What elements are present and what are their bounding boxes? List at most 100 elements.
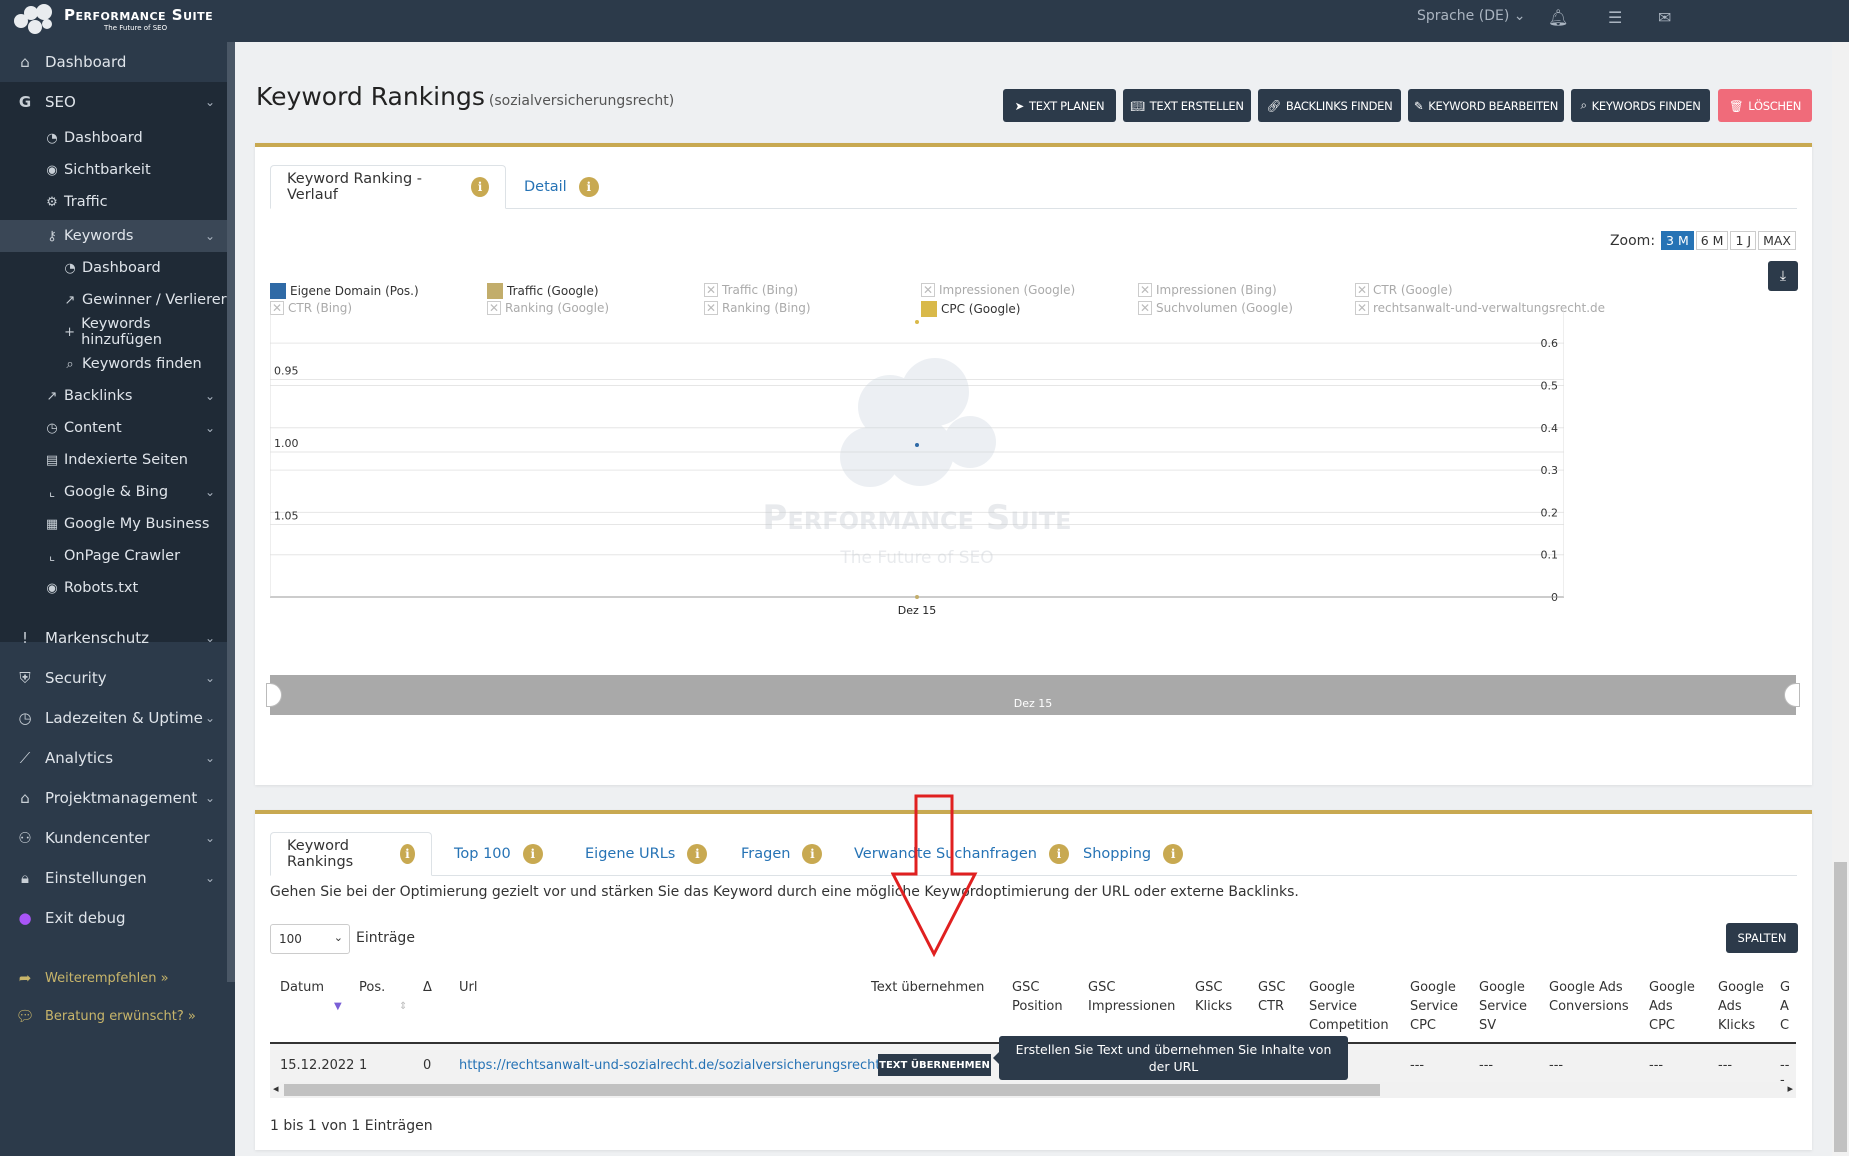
col-google-service-competition[interactable]: Google Service Competition [1309,978,1389,1035]
legend-item[interactable]: ✕ Impressionen (Bing) [1138,283,1277,297]
chart-navigator[interactable]: Dez 15 [266,675,1800,715]
zoom-max-button[interactable]: MAX [1758,231,1796,250]
info-icon[interactable]: i [522,844,543,864]
sidebar-item-onpage-crawler[interactable]: ⌞ OnPage Crawler [0,540,227,572]
info-icon[interactable]: i [578,177,599,197]
col-text-uebernehmen[interactable]: Text übernehmen [871,978,984,997]
loeschen-button[interactable]: 🗑︎ LÖSCHEN [1718,89,1812,122]
zoom-3m-button[interactable]: 3 M [1661,231,1694,250]
tab-detail[interactable]: Detail i [508,165,615,209]
legend-item[interactable]: Eigene Domain (Pos.) [270,283,419,299]
col-pos[interactable]: Pos. ⇕ [359,978,407,1016]
info-icon[interactable]: i [470,177,489,197]
tab-fragen[interactable]: Fragen i [725,832,838,876]
chevron-down-icon: ⌄ [204,831,215,845]
watermark-name: Performance Suite [762,498,1071,538]
language-select[interactable]: Sprache (DE) ⌄ [1417,8,1525,24]
sidebar-item-dashboard[interactable]: ⌂ Dashboard [0,46,227,78]
page-subtitle: (sozialversicherungsrecht) [488,93,675,109]
text-erstellen-button[interactable]: 📖︎ TEXT ERSTELLEN [1123,89,1251,122]
scrollbar-thumb[interactable] [284,1084,1380,1096]
col-url[interactable]: Url [459,978,477,997]
text-planen-button[interactable]: ➤ TEXT PLANEN [1003,89,1116,122]
col-gsc-ctr[interactable]: GSC CTR [1258,978,1288,1016]
col-google-ads-klicks[interactable]: Google Ads Klicks [1718,978,1766,1035]
legend-item[interactable]: ✕ Traffic (Bing) [704,283,798,297]
sidebar-item-gewinner-verlierer[interactable]: ↗ Gewinner / Verlierer [0,284,227,316]
sidebar-scrollbar[interactable] [227,42,235,982]
bell-icon[interactable]: 🔔︎ [1548,8,1568,27]
sidebar-item-keywords[interactable]: ⚷ Keywords ⌄ [0,220,227,252]
col-delta[interactable]: Δ [423,978,432,997]
tab-keyword-ranking-verlauf[interactable]: Keyword Ranking - Verlauf i [270,165,506,209]
info-icon[interactable]: i [802,844,823,864]
sidebar-item-seo-dashboard[interactable]: ◔ Dashboard [0,122,227,154]
backlinks-finden-button[interactable]: 🔗︎ BACKLINKS FINDEN [1258,89,1401,122]
legend-item[interactable]: ✕ Impressionen (Google) [921,283,1075,297]
col-gsc-impressionen[interactable]: GSC Impressionen [1088,978,1178,1016]
sidebar-item-google-bing[interactable]: ⌞ Google & Bing ⌄ [0,476,227,508]
cell-url-link[interactable]: https://rechtsanwalt-und-sozialrecht.de/… [459,1058,885,1073]
sidebar-item-keywords-dashboard[interactable]: ◔ Dashboard [0,252,227,284]
sidebar-item-seo[interactable]: G SEO ⌄ [0,86,227,118]
info-icon[interactable]: i [1048,844,1069,864]
tab-label: Detail [524,179,567,195]
sidebar-item-keywords-hinzufuegen[interactable]: + Keywords hinzufügen [0,316,227,348]
tab-eigene-urls[interactable]: Eigene URLs i [569,832,723,876]
download-icon[interactable]: ⤓ [1768,261,1798,291]
cell-service-sv: --- [1479,1058,1494,1073]
sidebar-item-projektmanagement[interactable]: ⌂ Projektmanagement ⌄ [0,782,227,814]
consult-link[interactable]: 💬︎ Beratung erwünscht? » [0,1000,227,1032]
col-google-ads-conversions[interactable]: Google Ads Conversions [1549,978,1629,1016]
col-gsc-klicks[interactable]: GSC Klicks [1195,978,1237,1016]
col-gsc-position[interactable]: GSC Position [1012,978,1067,1016]
legend-item[interactable]: Traffic (Google) [487,283,599,299]
sidebar-item-einstellungen[interactable]: 🔒︎ Einstellungen ⌄ [0,862,227,894]
sidebar-item-robots[interactable]: ◉ Robots.txt [0,572,227,604]
sidebar-item-google-my-business[interactable]: ▦ Google My Business [0,508,227,540]
sidebar-item-exit-debug[interactable]: ● Exit debug [0,902,227,934]
info-icon[interactable]: i [399,844,415,864]
sidebar-item-traffic[interactable]: ⚙ Traffic [0,186,227,218]
tasks-icon[interactable]: ☰ [1608,8,1622,27]
zoom-6m-button[interactable]: 6 M [1695,231,1729,250]
sidebar-item-backlinks[interactable]: ↗ Backlinks ⌄ [0,380,227,412]
sidebar-item-analytics[interactable]: ⟋ Analytics ⌄ [0,742,227,774]
table-horizontal-scrollbar[interactable]: ◂ ▸ [270,1082,1796,1098]
arrow-right-icon[interactable]: ▸ [1787,1082,1793,1095]
info-icon[interactable]: i [687,844,708,864]
tab-top-100[interactable]: Top 100 i [438,832,559,876]
col-truncated[interactable]: G A C [1780,978,1792,1035]
col-datum[interactable]: Datum ▼ [280,978,342,1016]
close-icon: ✕ [1355,283,1369,297]
keyword-bearbeiten-button[interactable]: ✎ KEYWORD BEARBEITEN [1408,89,1564,122]
col-google-service-cpc[interactable]: Google Service CPC [1410,978,1460,1035]
sidebar-item-markenschutz[interactable]: ! Markenschutz ⌄ [0,622,227,654]
sidebar-label: Keywords hinzufügen [81,316,162,348]
sidebar-item-keywords-finden[interactable]: ⌕ Keywords finden [0,348,227,380]
page-scrollbar[interactable] [1832,42,1849,1156]
scrollbar-thumb[interactable] [1834,862,1847,1152]
spalten-button[interactable]: SPALTEN [1726,923,1798,953]
info-icon[interactable]: i [1163,844,1184,864]
tab-label: Keyword Rankings [287,838,354,870]
page-size-select[interactable]: 100 ⌄ [270,924,350,954]
tab-keyword-rankings[interactable]: Keyword Rankings i [270,832,432,876]
col-google-service-sv[interactable]: Google Service SV [1479,978,1529,1035]
tab-shopping[interactable]: Shopping i [1067,832,1199,876]
sidebar-item-indexierte-seiten[interactable]: ▤ Indexierte Seiten [0,444,227,476]
recommend-link[interactable]: ➦ Weiterempfehlen » [0,962,227,994]
keywords-finden-button[interactable]: ⌕ KEYWORDS FINDEN [1571,89,1710,122]
legend-item[interactable]: ✕ CTR (Google) [1355,283,1453,297]
sidebar-item-kundencenter[interactable]: ⚇ Kundencenter ⌄ [0,822,227,854]
text-uebernehmen-button[interactable]: TEXT ÜBERNEHMEN [878,1054,991,1076]
sidebar-item-ladezeiten[interactable]: ◷ Ladezeiten & Uptime ⌄ [0,702,227,734]
arrow-left-icon[interactable]: ◂ [273,1082,279,1095]
sidebar-item-content[interactable]: ◷ Content ⌄ [0,412,227,444]
envelope-icon[interactable]: ✉ [1658,8,1671,27]
brand-logo[interactable]: Performance Suite The Future of SEO [14,4,213,34]
sidebar-item-sichtbarkeit[interactable]: ◉ Sichtbarkeit [0,154,227,186]
zoom-1j-button[interactable]: 1 J [1730,231,1757,250]
col-google-ads-cpc[interactable]: Google Ads CPC [1649,978,1695,1035]
sidebar-item-security[interactable]: ⛨ Security ⌄ [0,662,227,694]
